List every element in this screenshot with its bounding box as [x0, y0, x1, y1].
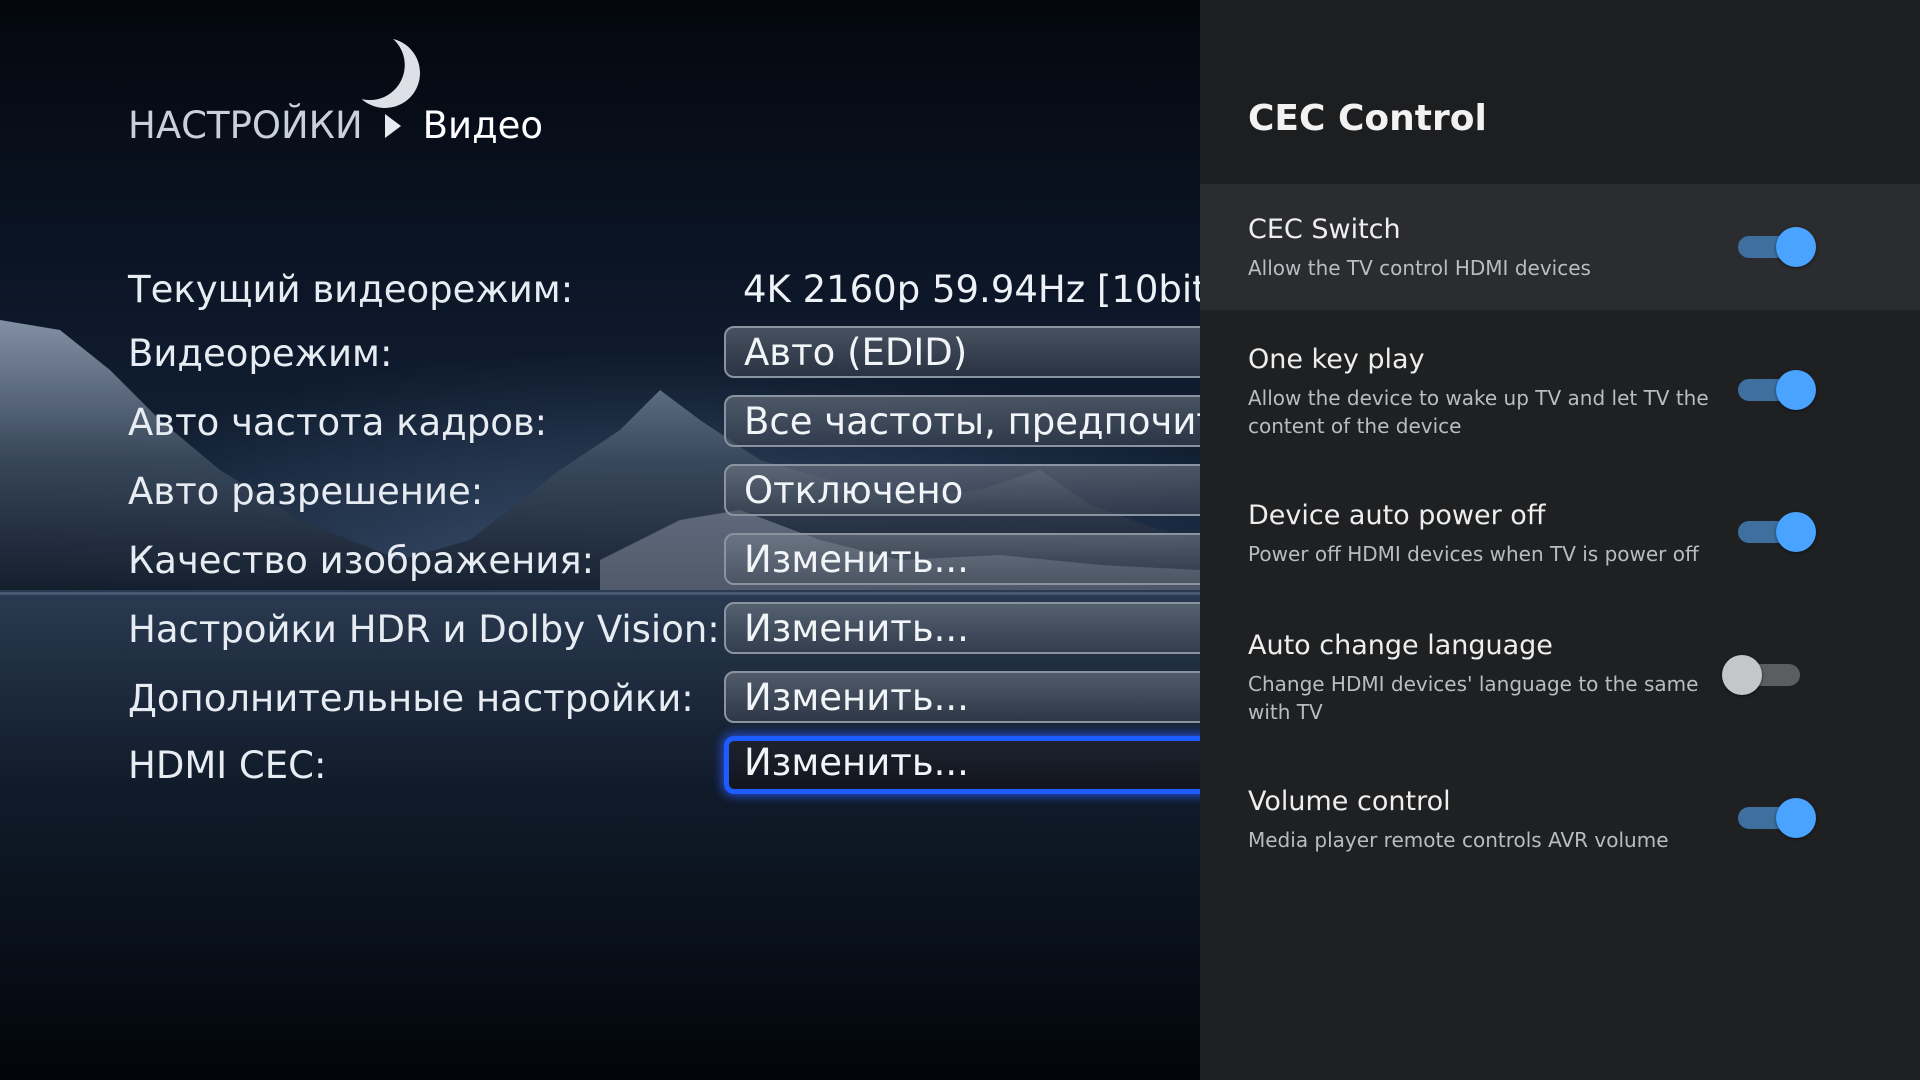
cec-item-description: Power off HDMI devices when TV is power … [1248, 542, 1699, 566]
setting-row-picture-quality[interactable]: Качество изображения: Изменить... [128, 533, 1200, 593]
cec-item-title: One key play [1248, 344, 1425, 375]
setting-label: Настройки HDR и Dolby Vision: [128, 608, 720, 651]
hdmi-cec-button[interactable]: Изменить... [724, 736, 1200, 794]
cec-item-description: Allow the device to wake up TV and let T… [1248, 386, 1709, 438]
setting-label: Авто разрешение: [128, 470, 484, 513]
hdr-dolby-vision-button[interactable]: Изменить... [724, 602, 1200, 654]
video-settings-page: НАСТРОЙКИ Видео Текущий видеорежим: 4K 2… [0, 0, 1200, 1080]
setting-label: Дополнительные настройки: [128, 677, 694, 720]
advanced-settings-button[interactable]: Изменить... [724, 671, 1200, 723]
panel-header: CEC Control [1200, 0, 1920, 184]
setting-value: Изменить... [744, 741, 969, 784]
cec-switch-toggle[interactable] [1736, 225, 1816, 269]
one-key-play-toggle[interactable] [1736, 368, 1816, 412]
toggle-thumb [1722, 655, 1762, 695]
setting-label: HDMI CEC: [128, 744, 327, 787]
setting-row-advanced[interactable]: Дополнительные настройки: Изменить... [128, 671, 1200, 731]
cec-item-title: CEC Switch [1248, 214, 1401, 245]
current-video-mode-value: 4K 2160p 59.94Hz [10bit 4: [743, 268, 1200, 311]
cec-item-title: Device auto power off [1248, 500, 1546, 531]
setting-row-auto-framerate[interactable]: Авто частота кадров: Все частоты, предпо… [128, 395, 1200, 455]
device-auto-power-off-toggle[interactable] [1736, 510, 1816, 554]
panel-title: CEC Control [1248, 98, 1487, 139]
setting-value: Авто (EDID) [744, 331, 968, 374]
setting-label: Качество изображения: [128, 539, 595, 582]
toggle-thumb [1776, 798, 1816, 838]
setting-value: Изменить... [744, 538, 969, 581]
cec-item-auto-change-language[interactable]: Auto change language Change HDMI devices… [1200, 600, 1920, 760]
chevron-right-icon [384, 113, 401, 138]
cec-control-panel: CEC Control CEC Switch Allow the TV cont… [1200, 0, 1920, 1080]
breadcrumb-current: Видео [422, 104, 544, 147]
setting-value: Изменить... [744, 607, 969, 650]
cec-item-cec-switch[interactable]: CEC Switch Allow the TV control HDMI dev… [1200, 184, 1920, 310]
toggle-thumb [1776, 512, 1816, 552]
setting-value: Все частоты, предпочита [744, 400, 1200, 443]
auto-resolution-select[interactable]: Отключено [724, 464, 1200, 516]
cec-item-title: Auto change language [1248, 630, 1553, 661]
auto-change-language-toggle[interactable] [1722, 653, 1806, 697]
cec-item-volume-control[interactable]: Volume control Media player remote contr… [1200, 760, 1920, 890]
breadcrumb: НАСТРОЙКИ Видео [128, 104, 543, 147]
auto-framerate-select[interactable]: Все частоты, предпочита [724, 395, 1200, 447]
setting-row-current-video-mode: Текущий видеорежим: 4K 2160p 59.94Hz [10… [128, 262, 1200, 322]
cec-item-one-key-play[interactable]: One key play Allow the device to wake up… [1200, 310, 1920, 470]
setting-row-video-mode[interactable]: Видеорежим: Авто (EDID) [128, 326, 1200, 386]
setting-label: Видеорежим: [128, 332, 393, 375]
toggle-thumb [1776, 227, 1816, 267]
setting-row-hdmi-cec[interactable]: HDMI CEC: Изменить... [128, 736, 1200, 798]
cec-item-title: Volume control [1248, 786, 1451, 817]
toggle-thumb [1776, 370, 1816, 410]
setting-value: Отключено [744, 469, 964, 512]
video-mode-select[interactable]: Авто (EDID) [724, 326, 1200, 378]
cec-item-description: Media player remote controls AVR volume [1248, 828, 1669, 852]
screen: НАСТРОЙКИ Видео Текущий видеорежим: 4K 2… [0, 0, 1920, 1080]
cec-item-device-auto-power-off[interactable]: Device auto power off Power off HDMI dev… [1200, 470, 1920, 600]
setting-row-auto-resolution[interactable]: Авто разрешение: Отключено [128, 464, 1200, 524]
setting-label: Авто частота кадров: [128, 401, 548, 444]
volume-control-toggle[interactable] [1736, 796, 1816, 840]
picture-quality-button[interactable]: Изменить... [724, 533, 1200, 585]
setting-label: Текущий видеорежим: [128, 268, 574, 311]
cec-item-description: Allow the TV control HDMI devices [1248, 256, 1591, 280]
breadcrumb-root: НАСТРОЙКИ [128, 104, 363, 147]
cec-item-description: Change HDMI devices' language to the sam… [1248, 672, 1699, 724]
setting-row-hdr-dolby-vision[interactable]: Настройки HDR и Dolby Vision: Изменить..… [128, 602, 1200, 662]
setting-value: Изменить... [744, 676, 969, 719]
